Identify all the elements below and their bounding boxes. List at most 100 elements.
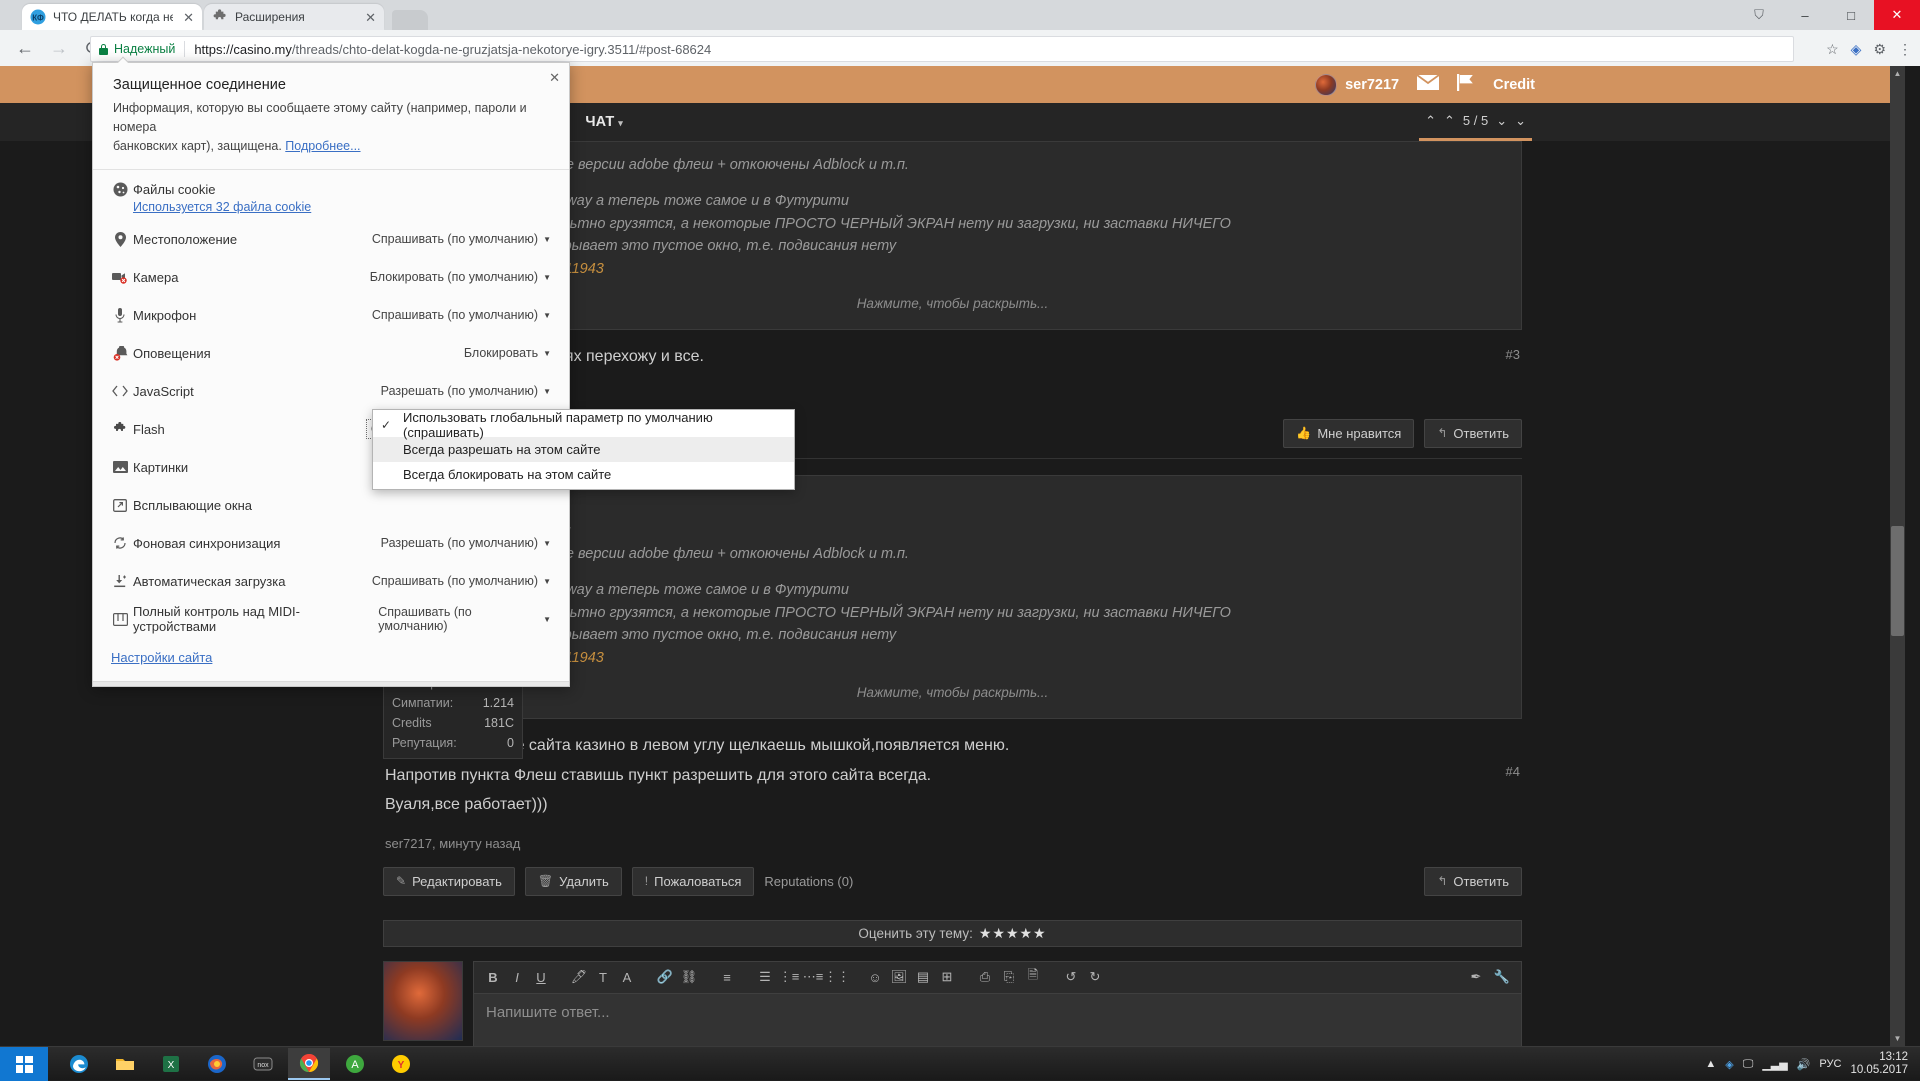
envelope-icon[interactable] <box>1417 75 1439 94</box>
taskbar-yandex-icon[interactable]: Y <box>380 1048 422 1080</box>
reply-textarea[interactable]: Напишите ответ... <box>474 994 1521 1046</box>
report-button[interactable]: !Пожаловаться <box>632 867 755 896</box>
tray-language-indicator[interactable]: РУС <box>1819 1058 1841 1070</box>
permission-select-background-sync[interactable]: Разрешать (по умолчанию)▼ <box>377 534 555 552</box>
permission-select-javascript[interactable]: Разрешать (по умолчанию)▼ <box>377 382 555 400</box>
close-window-button[interactable]: ✕ <box>1874 0 1920 30</box>
browser-tab-2[interactable]: Расширения ✕ <box>204 4 384 30</box>
tab-close-icon[interactable]: ✕ <box>355 11 376 24</box>
editor-toolbar: B I U 🖊 T A 🔗 ⛓ ≡ <box>474 962 1521 994</box>
taskbar-excel-icon[interactable]: X <box>150 1048 192 1080</box>
edit-button[interactable]: ✎Редактировать <box>383 867 515 896</box>
scroll-down-icon[interactable]: ▼ <box>1890 1031 1905 1046</box>
underline-icon[interactable]: U <box>530 966 552 988</box>
align-icon[interactable]: ≡ <box>716 966 738 988</box>
new-tab-button[interactable] <box>392 10 428 30</box>
flag-icon[interactable] <box>1457 74 1475 95</box>
permission-select-midi[interactable]: Спрашивать (по умолчанию)▼ <box>374 603 555 635</box>
collapse-all-icon[interactable]: ⌃ <box>1425 113 1436 129</box>
redo-icon[interactable]: ↻ <box>1084 966 1106 988</box>
indent-icon[interactable]: ⋯≡ <box>802 966 824 988</box>
dropdown-item-always-allow[interactable]: Всегда разрешать на этом сайте <box>373 437 794 462</box>
bold-icon[interactable]: B <box>482 966 504 988</box>
font-size-icon[interactable]: T <box>592 966 614 988</box>
browser-tab-1[interactable]: КФ ЧТО ДЕЛАТЬ когда не гр ✕ <box>22 4 202 30</box>
description-line-2: банковских карт), защищена. <box>113 139 282 153</box>
close-icon[interactable]: ✕ <box>549 70 560 86</box>
profile-icon[interactable]: ⛉ <box>1736 0 1782 30</box>
permission-select-camera[interactable]: Блокировать (по умолчанию)▼ <box>366 268 555 286</box>
spoiler-icon[interactable]: 🗎 <box>1022 966 1044 988</box>
taskbar-chrome-icon[interactable] <box>288 1048 330 1080</box>
quote-icon[interactable]: ⎙ <box>974 966 996 988</box>
reputations-label[interactable]: Reputations (0) <box>764 874 853 889</box>
rate-thread-bar[interactable]: Оценить эту тему: ★★★★★ <box>383 920 1522 947</box>
taskbar-explorer-icon[interactable] <box>104 1048 146 1080</box>
numbered-list-icon[interactable]: ⋮≡ <box>778 966 800 988</box>
username-label[interactable]: ser7217 <box>1345 77 1399 93</box>
taskbar-nox-icon[interactable]: nox <box>242 1048 284 1080</box>
page-up-icon[interactable]: ⌃ <box>1444 113 1455 129</box>
address-bar[interactable]: Надежный https://casino.my/threads/chto-… <box>90 36 1794 62</box>
tray-expand-icon[interactable]: ▲ <box>1705 1058 1716 1070</box>
minimize-button[interactable]: – <box>1782 0 1828 30</box>
like-button[interactable]: 👍Мне нравится <box>1283 419 1414 448</box>
tray-network-icon[interactable]: ▁▃▅ <box>1762 1058 1787 1071</box>
link-icon[interactable]: 🔗 <box>654 966 676 988</box>
taskbar-firefox-icon[interactable] <box>196 1048 238 1080</box>
expand-all-icon[interactable]: ⌄ <box>1515 113 1526 129</box>
bullet-list-icon[interactable]: ☰ <box>754 966 776 988</box>
tray-volume-icon[interactable]: 🔊 <box>1797 1058 1811 1071</box>
avatar[interactable] <box>1315 74 1337 96</box>
table-icon[interactable]: ⊞ <box>936 966 958 988</box>
draft-icon[interactable]: ✒ <box>1465 966 1487 988</box>
credit-label[interactable]: Credit <box>1493 77 1535 93</box>
learn-more-link[interactable]: Подробнее... <box>285 139 360 153</box>
highlight-icon[interactable]: 🖊 <box>568 966 590 988</box>
forward-button[interactable]: → <box>42 31 76 65</box>
bookmark-star-icon[interactable]: ☆ <box>1826 41 1839 58</box>
settings-wrench-icon[interactable]: 🔧 <box>1491 966 1513 988</box>
page-scrollbar[interactable]: ▲ ▼ <box>1890 66 1905 1046</box>
nav-item-chat[interactable]: ЧАТ▾ <box>585 114 622 130</box>
undo-icon[interactable]: ↺ <box>1060 966 1082 988</box>
site-settings-link[interactable]: Настройки сайта <box>111 650 212 665</box>
page-pager[interactable]: ⌃ ⌃ 5 / 5 ⌄ ⌄ <box>1419 103 1532 141</box>
taskbar-a-app-icon[interactable]: A <box>334 1048 376 1080</box>
scroll-up-icon[interactable]: ▲ <box>1890 66 1905 81</box>
reply-button[interactable]: ↰Ответить <box>1424 419 1522 448</box>
page-down-icon[interactable]: ⌄ <box>1496 113 1507 129</box>
permission-value[interactable] <box>547 503 555 507</box>
italic-icon[interactable]: I <box>506 966 528 988</box>
tray-shield-icon[interactable]: ◈ <box>1725 1058 1733 1071</box>
scrollbar-thumb[interactable] <box>1891 526 1904 636</box>
outdent-icon[interactable]: ⋮⋮ <box>826 966 848 988</box>
cookies-link[interactable]: Используется 32 файла cookie <box>133 200 311 214</box>
taskbar-clock[interactable]: 13:12 10.05.2017 <box>1850 1051 1908 1077</box>
dropdown-item-always-block[interactable]: Всегда блокировать на этом сайте <box>373 462 794 487</box>
puzzle-extension-icon[interactable]: ⚙ <box>1873 41 1886 58</box>
media-icon[interactable]: ▤ <box>912 966 934 988</box>
permission-select-microphone[interactable]: Спрашивать (по умолчанию)▼ <box>368 306 555 324</box>
smiley-icon[interactable]: ☺ <box>864 966 886 988</box>
reply-button[interactable]: ↰Ответить <box>1424 867 1522 896</box>
unlink-icon[interactable]: ⛓ <box>678 966 700 988</box>
shield-extension-icon[interactable]: ◈ <box>1851 41 1862 58</box>
delete-button[interactable]: 🗑Удалить <box>525 867 622 896</box>
permission-select-auto-download[interactable]: Спрашивать (по умолчанию)▼ <box>368 572 555 590</box>
permission-select-notifications[interactable]: Блокировать▼ <box>460 344 555 362</box>
image-icon[interactable]: 🖼 <box>888 966 910 988</box>
tray-monitor-icon[interactable]: 🖵 <box>1743 1058 1754 1071</box>
text-color-icon[interactable]: A <box>616 966 638 988</box>
tab-close-icon[interactable]: ✕ <box>173 11 194 24</box>
chrome-menu-icon[interactable]: ⋮ <box>1898 41 1912 58</box>
back-button[interactable]: ← <box>8 31 42 65</box>
maximize-button[interactable]: □ <box>1828 0 1874 30</box>
rating-stars[interactable]: ★★★★★ <box>979 925 1047 942</box>
dropdown-item-global-default[interactable]: ✓ Использовать глобальный параметр по ум… <box>373 412 794 437</box>
taskbar-edge-icon[interactable] <box>58 1048 100 1080</box>
start-button[interactable] <box>0 1047 48 1081</box>
permission-select-location[interactable]: Спрашивать (по умолчанию)▼ <box>368 230 555 248</box>
code-icon[interactable]: ⎘ <box>998 966 1020 988</box>
lock-icon[interactable] <box>99 44 108 55</box>
